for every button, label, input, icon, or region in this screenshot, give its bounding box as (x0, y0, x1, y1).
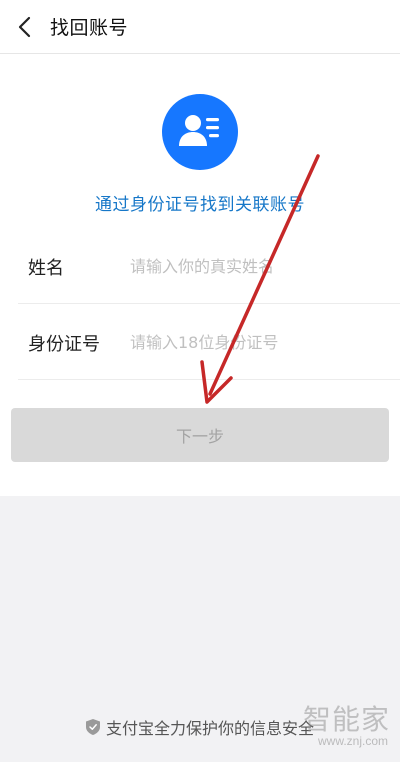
back-button[interactable] (10, 12, 40, 42)
id-number-row: 身份证号 (18, 304, 400, 380)
watermark-url: www.znj.com (317, 734, 388, 748)
id-number-label: 身份证号 (28, 334, 100, 355)
shield-icon (85, 719, 100, 735)
header-bar: 找回账号 (0, 0, 400, 54)
watermark: 智能家 www.znj.com (280, 698, 390, 752)
chevron-left-icon (18, 16, 31, 38)
name-input[interactable] (130, 250, 380, 282)
hero-subtitle: 通过身份证号找到关联账号 (95, 195, 305, 215)
page-title: 找回账号 (50, 17, 129, 39)
name-label: 姓名 (28, 258, 64, 279)
page: 找回账号 通过身份证号找到关联账号 姓名 身份证号 下一步 (0, 0, 400, 762)
next-button[interactable]: 下一步 (11, 408, 389, 462)
recovery-form-panel: 通过身份证号找到关联账号 姓名 身份证号 下一步 (0, 54, 400, 496)
name-row: 姓名 (18, 228, 400, 304)
watermark-title: 智能家 (302, 703, 390, 736)
id-card-person-icon (162, 94, 238, 170)
id-number-input[interactable] (130, 326, 380, 358)
